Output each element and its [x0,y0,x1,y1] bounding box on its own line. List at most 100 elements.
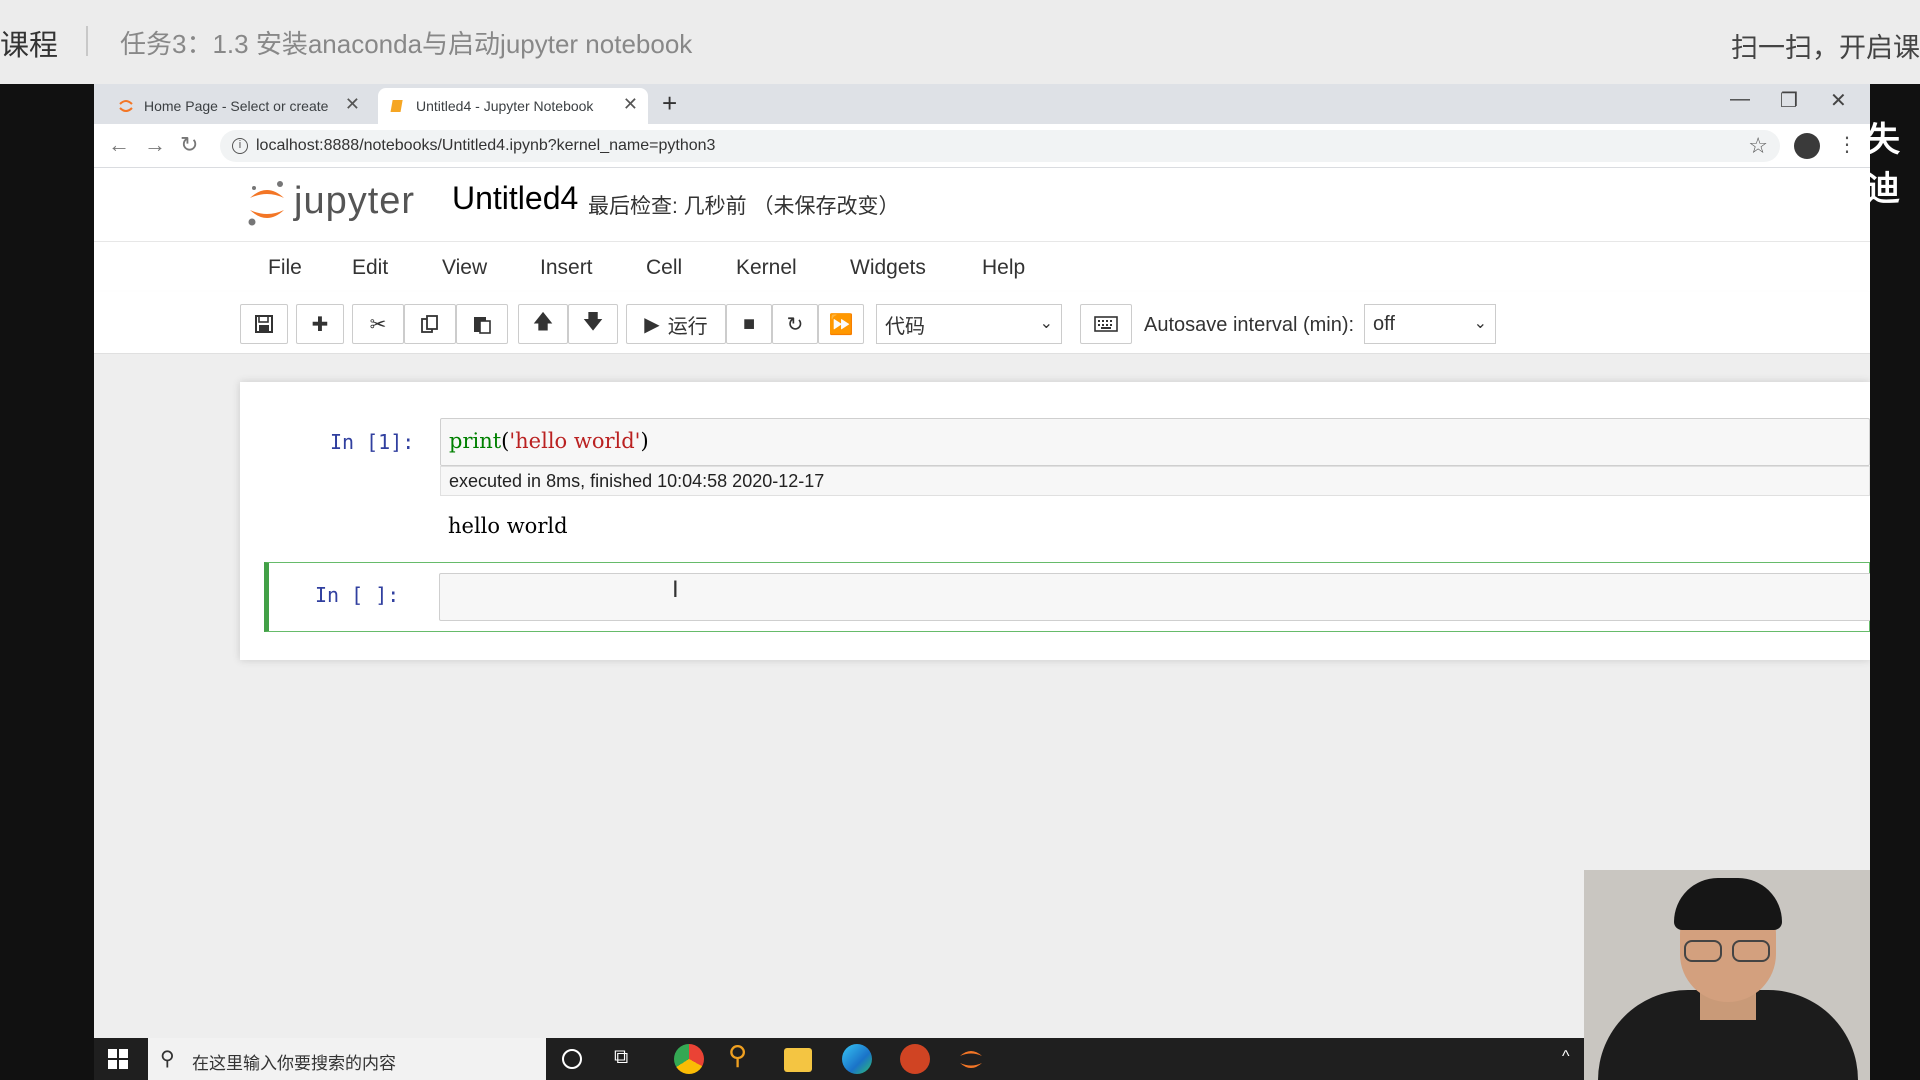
back-icon[interactable]: ← [108,132,130,158]
reload-icon[interactable]: ↻ [180,132,198,158]
stop-icon: ■ [742,312,756,335]
tab-untitled4[interactable]: Untitled4 - Jupyter Notebook ✕ [378,88,648,124]
menu-insert[interactable]: Insert [540,256,593,280]
tab-label: Home Page - Select or create [144,98,329,114]
search-placeholder: 在这里输入你要搜索的内容 [192,1054,396,1073]
tab-home-page[interactable]: Home Page - Select or create ✕ [106,88,370,124]
checkpoint-status: 最后检查: 几秒前 （未保存改变） [588,195,900,218]
address-bar: ← → ↻ i localhost:8888/notebooks/Untitle… [94,124,1870,168]
save-button[interactable] [240,304,288,344]
move-up-button[interactable]: 🡅 [518,304,568,344]
jupyter-logo-icon[interactable] [246,178,288,228]
code-function: print [449,429,502,453]
code-paren: ) [640,429,649,453]
command-palette-button[interactable] [1080,304,1132,344]
menu-view[interactable]: View [442,256,487,280]
url-text[interactable]: localhost:8888/notebooks/Untitled4.ipynb… [256,137,715,155]
cell-type-select[interactable]: 代码 ⌄ [876,304,1062,344]
cortana-icon[interactable] [562,1049,582,1069]
restart-button[interactable]: ↻ [772,304,818,344]
save-icon [255,315,273,333]
notebook-container: In [1]: print('hello world') executed in… [240,382,1870,660]
cell-type-value: 代码 [885,315,925,338]
code-text[interactable]: print('hello world') [449,429,649,453]
code-cell-input[interactable]: print('hello world') [440,418,1870,466]
autosave-select[interactable]: off ⌄ [1364,304,1496,344]
restart-icon: ↻ [786,313,804,336]
windows-start-icon[interactable] [108,1049,128,1069]
file-explorer-icon[interactable] [784,1048,812,1072]
close-tab-icon[interactable]: ✕ [623,94,638,115]
selected-cell[interactable]: In [ ]: [264,562,1870,632]
browser-menu-icon[interactable]: ⋮ [1837,132,1857,157]
paste-button[interactable] [456,304,508,344]
minimize-icon[interactable]: — [1730,88,1750,111]
code-cell-input[interactable] [439,573,1870,621]
notebook-name[interactable]: Untitled4 [452,180,578,217]
menu-cell[interactable]: Cell [646,256,682,280]
keyboard-icon [1094,316,1118,332]
input-prompt: In [ ]: [315,583,400,607]
arrow-up-icon: 🡅 [532,311,554,333]
tray-chevron-up-icon[interactable]: ^ [1562,1048,1570,1066]
fast-forward-icon: ⏩ [828,313,854,336]
notebook-favicon-icon [390,98,406,114]
autosave-value: off [1373,312,1395,335]
menu-file[interactable]: File [268,256,302,280]
side-logo: 失迪 [1866,121,1900,208]
jupyter-header: jupyter Untitled4 最后检查: 几秒前 （未保存改变） [94,168,1870,242]
close-window-icon[interactable]: ✕ [1830,88,1847,113]
omnibox[interactable]: i localhost:8888/notebooks/Untitled4.ipy… [220,130,1780,162]
execution-time-info: executed in 8ms, finished 10:04:58 2020-… [440,466,1870,496]
forward-icon[interactable]: → [144,132,166,158]
insert-cell-button[interactable]: ✚ [296,304,344,344]
edge-icon[interactable] [842,1044,872,1074]
menu-edit[interactable]: Edit [352,256,388,280]
jupyter-icon[interactable] [956,1044,986,1074]
restart-run-all-button[interactable]: ⏩ [818,304,864,344]
site-info-icon[interactable]: i [232,138,248,154]
search-app-icon[interactable]: ⚲ [728,1040,758,1070]
scissors-icon: ✂ [369,313,387,336]
play-icon: ▶ [644,313,660,336]
tab-label: Untitled4 - Jupyter Notebook [416,98,594,114]
task-view-icon[interactable]: ⧉ [614,1046,644,1076]
run-label: 运行 [667,315,708,338]
powerpoint-icon[interactable] [900,1044,930,1074]
presenter-glasses [1684,940,1772,964]
cell-output: hello world [448,514,568,538]
chevron-down-icon: ⌄ [1473,315,1487,332]
autosave-label: Autosave interval (min): [1144,314,1355,336]
jupyter-favicon-icon [118,98,134,114]
menu-kernel[interactable]: Kernel [736,256,797,280]
input-prompt: In [1]: [330,430,415,454]
text-cursor-icon: I [672,576,679,603]
menu-widgets[interactable]: Widgets [850,256,926,280]
profile-avatar[interactable] [1794,133,1820,159]
code-string: 'hello world' [509,429,641,453]
scan-prompt[interactable]: 扫一扫，开启课 [1731,26,1920,65]
webcam-overlay [1584,870,1870,1080]
video-letterbox-right [1870,84,1920,1080]
move-down-button[interactable]: 🡇 [568,304,618,344]
chrome-icon[interactable] [674,1044,704,1074]
search-icon: ⚲ [160,1048,175,1070]
run-button[interactable]: ▶ 运行 [626,304,726,344]
copy-button[interactable] [404,304,456,344]
plus-icon: ✚ [311,313,329,336]
bookmark-star-icon[interactable]: ☆ [1748,133,1768,159]
presenter-hair [1674,878,1782,930]
cut-button[interactable]: ✂ [352,304,404,344]
restore-icon[interactable]: ❐ [1780,88,1798,113]
close-tab-icon[interactable]: ✕ [345,94,360,115]
video-letterbox-left [0,84,94,1080]
paste-icon [474,317,491,334]
menu-help[interactable]: Help [982,256,1025,280]
taskbar-search[interactable]: ⚲ 在这里输入你要搜索的内容 [148,1038,546,1080]
course-label: 课程 [0,30,59,62]
jupyter-logo-text[interactable]: jupyter [294,180,415,223]
new-tab-button[interactable]: + [662,88,677,119]
interrupt-button[interactable]: ■ [726,304,772,344]
copy-icon [421,315,438,333]
course-title: 任务3：1.3 安装anaconda与启动jupyter notebook [120,29,693,59]
